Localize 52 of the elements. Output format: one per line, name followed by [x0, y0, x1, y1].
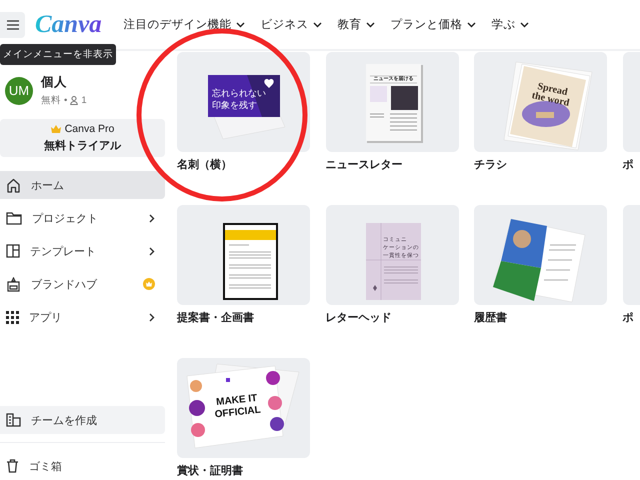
template-thumbnail[interactable]	[474, 205, 607, 305]
avatar[interactable]: UM	[5, 76, 33, 104]
menu-icon	[6, 20, 18, 30]
template-label[interactable]: 名刺（横）	[177, 157, 232, 172]
apps-grid-icon	[6, 310, 19, 324]
template-label[interactable]: 履歴書	[474, 310, 507, 325]
template-label[interactable]: 賞状・証明書	[177, 463, 243, 478]
home-icon	[6, 178, 21, 192]
folder-icon	[6, 211, 22, 225]
nav-menu[interactable]: ビジネス	[260, 17, 322, 32]
chevron-down-icon	[236, 22, 245, 28]
sidebar-item[interactable]: ブランドハブ	[0, 270, 165, 298]
chevron-down-icon	[366, 22, 375, 28]
template-label[interactable]: ポ	[622, 310, 634, 325]
trash-icon	[6, 459, 19, 473]
template-label[interactable]: ニュースレター	[326, 157, 402, 172]
chevron-down-icon	[520, 22, 529, 28]
tooltip: メインメニューを非表示	[0, 44, 116, 65]
sidebar-item[interactable]: プロジェクト	[0, 204, 165, 232]
template-label[interactable]: チラシ	[474, 157, 507, 172]
layout-icon	[6, 244, 20, 258]
member-count: 1	[81, 95, 87, 106]
pro-trial-button[interactable]: Canva Pro 無料トライアル	[0, 119, 165, 157]
template-thumbnail[interactable]	[177, 205, 310, 305]
sidebar-item[interactable]: アプリ	[0, 303, 165, 331]
card-headline: 印象を残す	[212, 100, 257, 110]
nav-menu[interactable]: プランと価格	[390, 17, 476, 32]
account-name: 個人	[41, 74, 68, 91]
nav-menu[interactable]: 学ぶ	[492, 17, 529, 32]
sidebar-item[interactable]: ホーム	[0, 171, 165, 199]
template-label[interactable]: レターヘッド	[326, 310, 392, 325]
sidebar-item[interactable]: テンプレート	[0, 237, 165, 265]
certificate-headline: OFFICIAL	[214, 404, 262, 420]
template-label[interactable]: 提案書・企画書	[177, 310, 254, 325]
store-icon	[6, 276, 21, 292]
nav-menu[interactable]: 教育	[338, 17, 375, 32]
template-thumbnail[interactable]: MAKE IT OFFICIAL	[177, 358, 310, 458]
plan-label: 無料	[41, 94, 61, 107]
separator-dot: •	[64, 95, 68, 106]
chevron-down-icon	[312, 22, 322, 28]
crown-icon	[50, 125, 61, 133]
sidebar-item[interactable]: ゴミ箱	[0, 452, 165, 480]
chevron-down-icon	[466, 22, 476, 28]
template-thumbnail[interactable]: 忘れられない 印象を残す	[177, 52, 310, 152]
card-headline: 忘れられない	[212, 88, 266, 98]
person-icon	[70, 96, 78, 105]
template-label[interactable]: ポ	[622, 157, 634, 172]
nav-menu[interactable]: 注目のデザイン機能	[124, 17, 245, 32]
sidebar-item[interactable]: チームを作成	[0, 406, 165, 434]
menu-button[interactable]	[0, 12, 25, 38]
team-building-icon	[6, 413, 21, 427]
template-thumbnail[interactable]: Spread the word	[474, 52, 607, 152]
